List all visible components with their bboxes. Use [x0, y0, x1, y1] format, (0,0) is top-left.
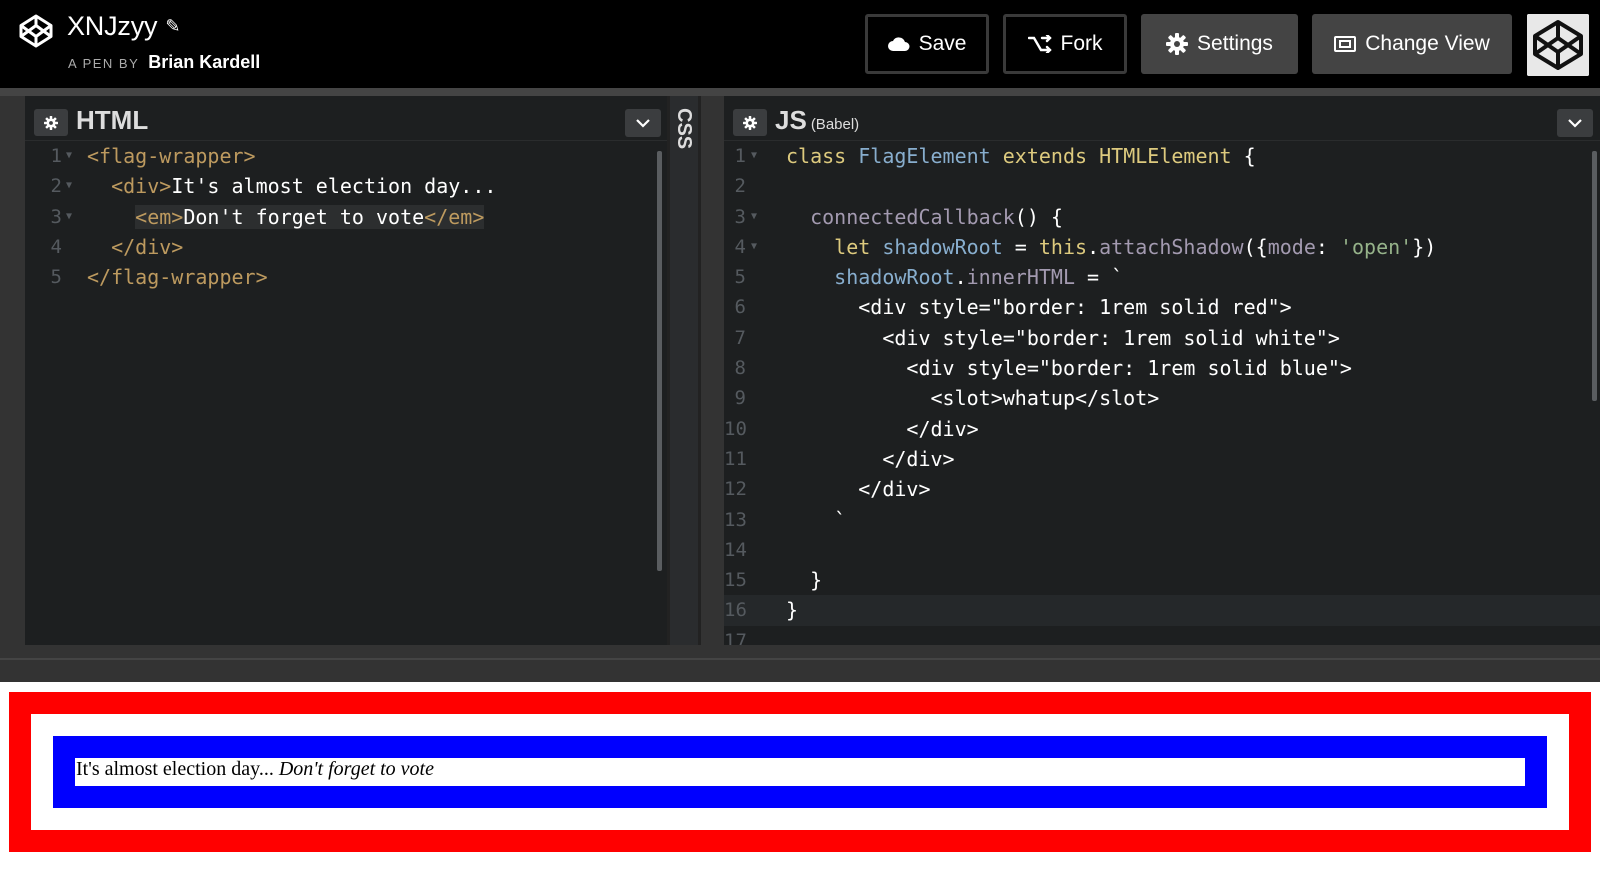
codepen-logo-icon[interactable] [18, 13, 54, 49]
editor-area: HTML 1 ▼ <flag-wrapper> 2 ▼ <div>It's almos… [0, 88, 1600, 658]
pane-divider[interactable] [667, 96, 670, 645]
css-editor-collapsed[interactable] [670, 96, 698, 645]
html-settings-button[interactable] [34, 109, 68, 136]
layout-icon [1334, 36, 1357, 52]
code-line: 7 <div style="border: 1rem solid white"> [734, 325, 1340, 350]
code-line: 2 ▼ <div>It's almost election day... [50, 174, 497, 199]
code-line: 1 ▼ <flag-wrapper> [50, 144, 256, 168]
settings-button[interactable]: Settings [1141, 14, 1298, 74]
change-view-button[interactable]: Change View [1312, 14, 1512, 74]
preview-em-text: Don't forget to vote [278, 758, 434, 780]
code-line: 2 [734, 175, 746, 198]
html-editor-pane: HTML 1 ▼ <flag-wrapper> 2 ▼ <div>It's almos… [25, 96, 670, 645]
avatar-codepen-icon [1527, 14, 1589, 76]
cloud-icon [887, 37, 910, 51]
code-line: 17 [724, 629, 747, 645]
save-label: Save [918, 32, 967, 55]
code-line: 9 <slot>whatup</slot> [734, 386, 1160, 411]
html-editor-header: HTML [25, 96, 670, 141]
js-scrollbar[interactable] [1592, 151, 1597, 401]
js-preprocessor: (Babel) [810, 116, 860, 133]
js-editor-header: JS (Babel) [724, 96, 1600, 141]
code-line: 5 shadowRoot.innerHTML = ` [734, 265, 1124, 290]
code-line: 13 ` [724, 507, 847, 532]
code-line: 3 ▼ connectedCallback() { [734, 204, 1063, 229]
gear-icon [1166, 33, 1189, 55]
author-link[interactable]: Brian Kardell [148, 52, 260, 72]
pen-author-line: A PEN BY Brian Kardell [68, 52, 260, 73]
preview-text: It's almost election day... [76, 758, 274, 780]
js-collapse-button[interactable] [1557, 109, 1593, 137]
pen-title-text: XNJzyy [67, 11, 158, 41]
js-editor-title: JS (Babel) [775, 105, 859, 136]
chevron-down-icon [1568, 118, 1582, 128]
editor-resize-bar[interactable] [0, 88, 1600, 96]
js-title-text: JS [775, 105, 807, 135]
code-line: 5 </flag-wrapper> [50, 265, 268, 290]
flag-middle-white-border: It's almost election day... Don't forget… [31, 714, 1569, 830]
code-line: 4 </div> [50, 234, 184, 259]
top-bar: XNJzyy ✎ A PEN BY Brian Kardell Save Fork… [0, 0, 1600, 88]
code-line: 14 [724, 538, 747, 561]
code-line: 6 <div style="border: 1rem solid red"> [734, 295, 1292, 320]
code-line: 8 <div style="border: 1rem solid blue"> [734, 356, 1352, 381]
settings-label: Settings [1197, 32, 1273, 55]
js-code-area[interactable]: 1 ▼ class FlagElement extends HTMLElement … [724, 141, 1600, 645]
save-button[interactable]: Save [865, 14, 989, 74]
pencil-icon[interactable]: ✎ [165, 16, 180, 36]
css-editor-title[interactable]: CSS [670, 108, 698, 149]
code-line-active: 16} [724, 595, 1600, 626]
code-line: 1 ▼ class FlagElement extends HTMLElement … [734, 144, 1256, 168]
user-avatar[interactable] [1527, 14, 1589, 76]
html-editor-title: HTML [76, 105, 149, 135]
code-line: 15 } [724, 568, 823, 593]
flag-outer-red-border: It's almost election day... Don't forget… [9, 692, 1591, 852]
code-line: 12 </div> [724, 477, 931, 502]
code-line: 3 ▼ <em>Don't forget to vote</em> [50, 204, 485, 229]
js-settings-button[interactable] [733, 109, 767, 136]
fork-button[interactable]: Fork [1003, 14, 1127, 74]
js-editor-pane: JS (Babel) 1 ▼ class FlagElement extends HT… [724, 96, 1600, 645]
pen-title[interactable]: XNJzyy ✎ [67, 11, 180, 42]
code-line: 11 </div> [724, 446, 955, 471]
code-line: 4 ▼ let shadowRoot = this.attachShadow({m… [734, 234, 1437, 259]
pane-divider[interactable] [698, 96, 701, 645]
preview-resize-bar[interactable] [0, 658, 1600, 682]
html-collapse-button[interactable] [625, 109, 661, 137]
html-scrollbar[interactable] [657, 151, 662, 571]
fork-icon [1027, 35, 1052, 53]
gear-icon [743, 115, 757, 130]
fork-label: Fork [1060, 32, 1103, 55]
pen-by-label: A PEN BY [68, 56, 140, 71]
gear-icon [44, 115, 58, 130]
code-line: 10 </div> [724, 416, 979, 441]
flag-inner-blue-border: It's almost election day... Don't forget… [53, 736, 1547, 808]
chevron-down-icon [636, 118, 650, 128]
result-preview: It's almost election day... Don't forget… [0, 682, 1600, 881]
change-view-label: Change View [1365, 32, 1490, 55]
html-code-area[interactable]: 1 ▼ <flag-wrapper> 2 ▼ <div>It's almost ele… [25, 141, 670, 645]
